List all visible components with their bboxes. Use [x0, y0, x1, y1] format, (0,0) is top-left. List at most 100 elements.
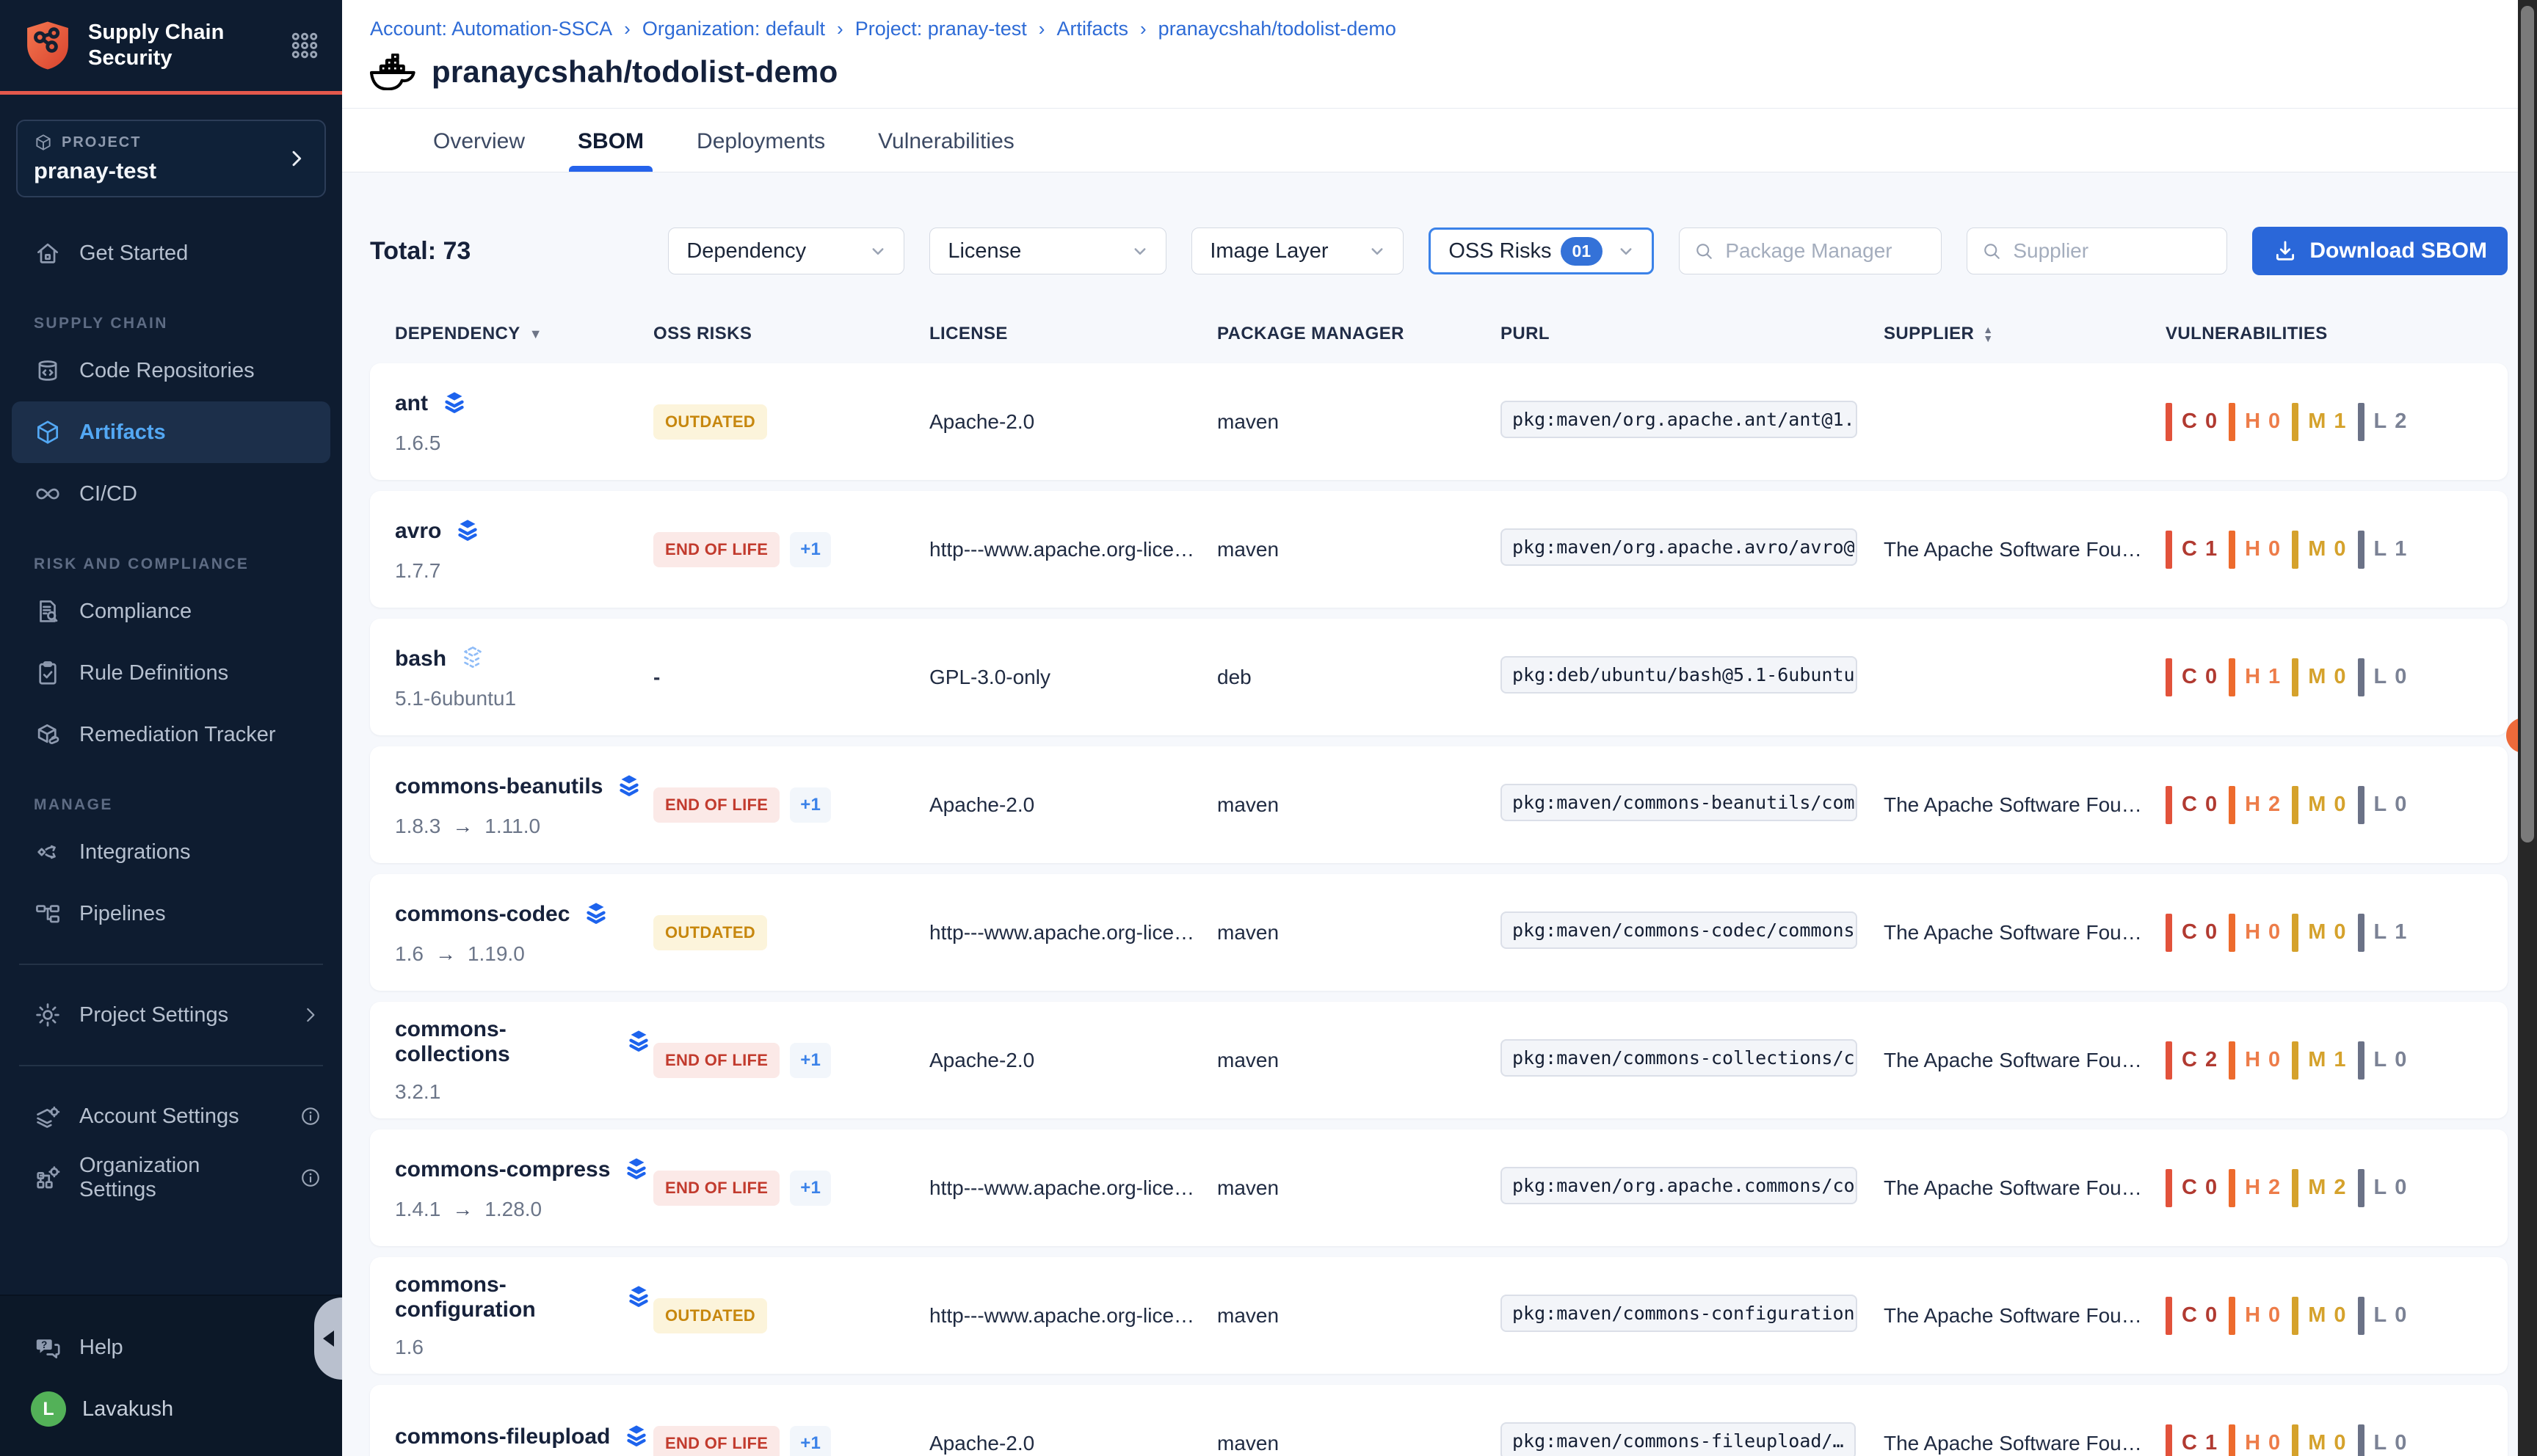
sidebar-item-rule-definitions[interactable]: Rule Definitions — [0, 642, 342, 704]
risk-badge-more[interactable]: +1 — [790, 1171, 831, 1206]
table-row[interactable]: ant 1.6.5 OUTDATED Apache-2.0 maven pkg:… — [370, 363, 2508, 480]
clipboard-check-icon — [34, 659, 62, 687]
table-row[interactable]: commons-codec 1.6→1.19.0 OUTDATED http--… — [370, 874, 2508, 991]
box-wrench-icon — [34, 721, 62, 749]
package-manager-cell: maven — [1217, 793, 1500, 817]
project-name: pranay-test — [34, 158, 156, 184]
vuln-medium: M1 — [2292, 403, 2345, 441]
content: Total: 73 Dependency License Image Layer — [342, 172, 2537, 1456]
package-manager-cell: deb — [1217, 666, 1500, 689]
tab-sbom[interactable]: SBOM — [572, 126, 650, 172]
table-row[interactable]: commons-beanutils 1.8.3→1.11.0 END OF LI… — [370, 746, 2508, 863]
project-selector[interactable]: PROJECT pranay-test — [16, 120, 326, 197]
purl-chip[interactable]: pkg:maven/org.apache.avro/avro@1… — [1500, 528, 1857, 566]
tab-overview[interactable]: Overview — [427, 126, 531, 172]
breadcrumb-link[interactable]: Artifacts — [1056, 18, 1128, 40]
sidebar-item-integrations[interactable]: Integrations — [0, 821, 342, 883]
purl-chip[interactable]: pkg:maven/commons-configuration/… — [1500, 1295, 1857, 1332]
divider — [19, 964, 323, 965]
sidebar-item-account-settings[interactable]: Account Settings — [0, 1085, 342, 1147]
dependency-version: 1.7.7 — [395, 559, 653, 583]
breadcrumb-link[interactable]: pranaycshah/todolist-demo — [1158, 18, 1396, 40]
scrollbar-thumb[interactable] — [2521, 6, 2534, 842]
table-row[interactable]: avro 1.7.7 END OF LIFE+1 http---www.apac… — [370, 491, 2508, 608]
sidebar-item-get-started[interactable]: Get Started — [0, 222, 342, 284]
column-header-dependency[interactable]: DEPENDENCY▼ — [395, 324, 653, 344]
app-logo-icon — [23, 19, 72, 72]
purl-chip[interactable]: pkg:maven/commons-codec/commons-… — [1500, 911, 1857, 949]
dependency-version: 1.6 — [395, 1336, 653, 1359]
license-cell: Apache-2.0 — [929, 410, 1217, 434]
vuln-high: H0 — [2229, 1041, 2280, 1080]
table-body: ant 1.6.5 OUTDATED Apache-2.0 maven pkg:… — [370, 363, 2508, 1456]
column-header-supplier[interactable]: SUPPLIER▲▼ — [1884, 324, 2166, 344]
oss-risks-filter[interactable]: OSS Risks 01 — [1429, 228, 1654, 274]
sidebar-item-compliance[interactable]: Compliance — [0, 580, 342, 642]
user-menu[interactable]: LLavakush — [0, 1378, 342, 1440]
purl-cell: pkg:maven/commons-collections/co… — [1500, 1039, 1884, 1082]
column-header-license: LICENSE — [929, 324, 1217, 344]
breadcrumb-separator: › — [624, 18, 631, 40]
page-scrollbar[interactable] — [2518, 0, 2537, 1456]
breadcrumb-link[interactable]: Project: pranay-test — [855, 18, 1027, 40]
vuln-medium: M0 — [2292, 1297, 2345, 1335]
purl-chip[interactable]: pkg:maven/commons-collections/co… — [1500, 1039, 1857, 1077]
breadcrumb-link[interactable]: Account: Automation-SSCA — [370, 18, 612, 40]
purl-chip[interactable]: pkg:maven/commons-beanutils/comm… — [1500, 784, 1857, 821]
purl-chip[interactable]: pkg:maven/commons-fileupload/… — [1500, 1422, 1856, 1456]
tab-vulnerabilities[interactable]: Vulnerabilities — [872, 126, 1020, 172]
docker-icon — [370, 54, 415, 90]
sidebar-item-project-settings[interactable]: Project Settings — [0, 984, 342, 1046]
package-manager-search-input[interactable] — [1724, 239, 1928, 263]
code-repo-icon — [34, 357, 62, 385]
dependency-name: commons-collections — [395, 1017, 612, 1067]
sidebar-item-remediation-tracker[interactable]: Remediation Tracker — [0, 704, 342, 765]
supplier-cell: The Apache Software Foun… — [1884, 1432, 2166, 1455]
sidebar-item-ci-cd[interactable]: CI/CD — [0, 463, 342, 525]
page-header: Account: Automation-SSCA › Organization: d… — [342, 0, 2537, 109]
table-row[interactable]: commons-compress 1.4.1→1.28.0 END OF LIF… — [370, 1129, 2508, 1246]
layers-icon — [440, 389, 469, 418]
tab-deployments[interactable]: Deployments — [691, 126, 831, 172]
risk-badge-more[interactable]: +1 — [790, 1426, 831, 1456]
purl-cell: pkg:maven/commons-beanutils/comm… — [1500, 784, 1884, 826]
table-row[interactable]: commons-configuration 1.6 OUTDATED http-… — [370, 1257, 2508, 1374]
download-icon — [2273, 239, 2298, 263]
sidebar-item-artifacts[interactable]: Artifacts — [12, 401, 330, 463]
risk-badge-more[interactable]: +1 — [790, 532, 831, 567]
sidebar-item-pipelines[interactable]: Pipelines — [0, 883, 342, 944]
purl-chip[interactable]: pkg:deb/ubuntu/bash@5.1-6ubuntu1 — [1500, 656, 1857, 694]
table-row[interactable]: commons-collections 3.2.1 END OF LIFE+1 … — [370, 1002, 2508, 1118]
license-cell: http---www.apache.org-lice… — [929, 1176, 1217, 1200]
supplier-search — [1967, 228, 2227, 274]
sidebar-item-help[interactable]: ?Help — [0, 1317, 342, 1378]
vuln-low: L1 — [2358, 531, 2407, 569]
dependency-version: 5.1-6ubuntu1 — [395, 687, 653, 710]
dependency-name: commons-fileupload — [395, 1424, 610, 1449]
license-filter[interactable]: License — [929, 228, 1166, 274]
dependency-filter[interactable]: Dependency — [668, 228, 904, 274]
purl-chip[interactable]: pkg:maven/org.apache.ant/ant@1.6… — [1500, 401, 1857, 438]
sidebar-collapse-button[interactable] — [314, 1297, 342, 1380]
vulnerabilities-cell: C1H0M0L0 — [2166, 1424, 2483, 1456]
oss-risks-cell: - — [653, 666, 929, 689]
sidebar-item-organization-settings[interactable]: Organization Settings — [0, 1147, 342, 1209]
sidebar-nav: Get StartedSUPPLY CHAINCode Repositories… — [0, 197, 342, 1209]
table-row[interactable]: commons-fileupload END OF LIFE+1 Apache-… — [370, 1385, 2508, 1456]
breadcrumb-link[interactable]: Organization: default — [642, 18, 825, 40]
vuln-medium: M2 — [2292, 1169, 2345, 1207]
supplier-cell: The Apache Software Foun… — [1884, 793, 2166, 817]
vuln-low: L1 — [2358, 914, 2407, 952]
upgrade-arrow-icon: → — [452, 1198, 473, 1221]
package-manager-cell: maven — [1217, 921, 1500, 944]
apps-grid-icon[interactable] — [289, 30, 320, 61]
download-sbom-button[interactable]: Download SBOM — [2252, 227, 2508, 275]
risk-badge-more[interactable]: +1 — [790, 787, 831, 823]
purl-chip[interactable]: pkg:maven/org.apache.commons/com… — [1500, 1167, 1857, 1204]
table-row[interactable]: bash 5.1-6ubuntu1 - GPL-3.0-only deb pkg… — [370, 619, 2508, 735]
sidebar-item-code-repositories[interactable]: Code Repositories — [0, 340, 342, 401]
risk-badge-eol: END OF LIFE — [653, 787, 780, 823]
risk-badge-more[interactable]: +1 — [790, 1043, 831, 1078]
image-layer-filter[interactable]: Image Layer — [1191, 228, 1404, 274]
supplier-search-input[interactable] — [2011, 239, 2213, 263]
